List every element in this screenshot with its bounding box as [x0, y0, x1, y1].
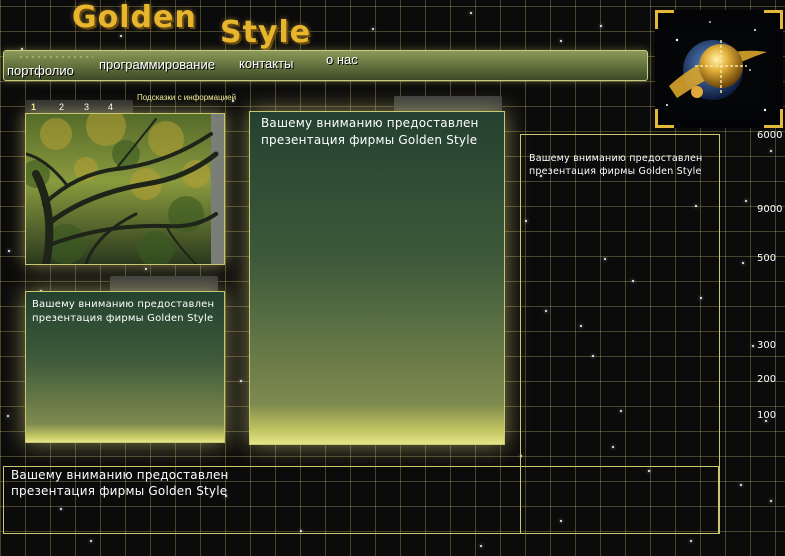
nav-item-portfolio[interactable]: портфолио — [7, 63, 74, 78]
gallery-tab-4[interactable]: 4 — [108, 102, 113, 112]
hint-text: Подсказки с информацией — [137, 93, 237, 102]
gallery-photo[interactable] — [25, 113, 225, 265]
tree-photo-image — [26, 114, 224, 264]
site-title-golden: Golden — [72, 0, 197, 35]
site-title-style: Style — [220, 15, 312, 50]
bottom-panel-text-line2: презентация фирмы Golden Style — [11, 484, 228, 498]
side-number-500: 500 — [757, 253, 777, 264]
gallery-tab-2[interactable]: 2 — [59, 102, 64, 112]
small-panel-text-line1: Вашему вниманию предоставлен — [32, 299, 215, 310]
nav-item-programming[interactable]: программирование — [99, 57, 215, 72]
logo[interactable] — [655, 10, 783, 128]
small-panel-tab — [110, 276, 218, 292]
side-number-6000: 6000 — [757, 130, 783, 141]
nav-item-contacts[interactable]: контакты — [239, 56, 293, 71]
gallery-tab-3[interactable]: 3 — [84, 102, 89, 112]
center-panel-text-line2: презентация фирмы Golden Style — [261, 133, 478, 147]
center-info-panel: Вашему вниманию предоставлен презентация… — [249, 111, 505, 445]
center-panel-tab — [394, 96, 502, 112]
gallery-tab-1[interactable]: 1 — [31, 102, 36, 112]
bottom-panel-text-line1: Вашему вниманию предоставлен — [11, 468, 229, 482]
nav-dots — [18, 56, 93, 58]
right-panel-text-line2: презентация фирмы Golden Style — [529, 166, 702, 177]
small-panel-text-line2: презентация фирмы Golden Style — [32, 313, 214, 324]
side-number-200: 200 — [757, 374, 777, 385]
side-number-9000: 9000 — [757, 204, 783, 215]
small-info-panel: Вашему вниманию предоставлен презентация… — [25, 291, 225, 443]
gallery-tabs-bar — [25, 100, 133, 114]
side-number-100: 100 — [757, 410, 777, 421]
nav-item-about[interactable]: о нас — [326, 52, 358, 67]
golden-planet-icon — [666, 21, 767, 112]
bottom-info-panel: Вашему вниманию предоставлен презентация… — [3, 466, 719, 534]
center-panel-text-line1: Вашему вниманию предоставлен — [261, 116, 479, 130]
right-panel-text-line1: Вашему вниманию предоставлен — [529, 153, 703, 164]
side-number-300: 300 — [757, 340, 777, 351]
